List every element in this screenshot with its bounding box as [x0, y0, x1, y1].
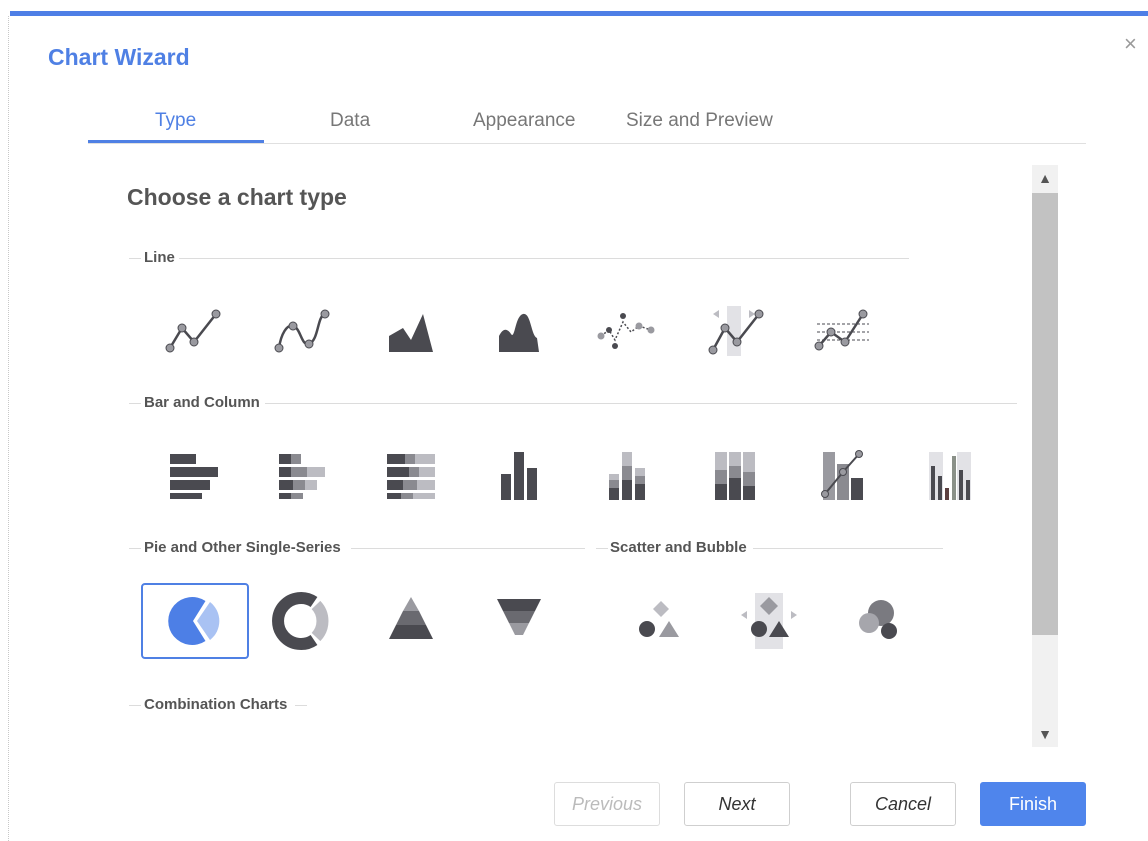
donut-icon[interactable] — [249, 583, 357, 659]
column-line-icon[interactable] — [789, 437, 897, 513]
range-column-icon[interactable] — [897, 437, 1005, 513]
column-icon[interactable] — [465, 437, 573, 513]
section-label-line: Line — [144, 249, 175, 266]
tab-appearance[interactable]: Appearance — [473, 110, 575, 132]
wizard-tabs: Type Data Appearance Size and Preview — [88, 100, 1086, 144]
stacked-bar-icon[interactable] — [249, 437, 357, 513]
finish-button[interactable]: Finish — [980, 782, 1086, 826]
pie-icon[interactable] — [141, 583, 249, 659]
section-divider — [295, 705, 307, 706]
tab-type[interactable]: Type — [155, 110, 196, 132]
dialog-left-edge — [8, 16, 9, 841]
percent-stacked-column-icon[interactable] — [681, 437, 789, 513]
tab-data[interactable]: Data — [330, 110, 370, 132]
section-divider — [129, 258, 141, 259]
section-divider — [265, 403, 1017, 404]
percent-stacked-bar-icon[interactable] — [357, 437, 465, 513]
section-divider — [596, 548, 608, 549]
smooth-area-icon[interactable] — [465, 293, 573, 369]
bubble-icon[interactable] — [823, 583, 931, 659]
line-icon[interactable] — [140, 293, 248, 369]
previous-button[interactable]: Previous — [554, 782, 660, 826]
pyramid-icon[interactable] — [357, 583, 465, 659]
scroll-up-arrow-icon[interactable]: ▲ — [1032, 165, 1058, 191]
dialog-top-accent-bar — [10, 11, 1148, 16]
scatter-line-icon[interactable] — [573, 293, 681, 369]
stacked-column-icon[interactable] — [573, 437, 681, 513]
section-label-bar-and-column: Bar and Column — [144, 394, 260, 411]
line-with-bands-icon[interactable] — [789, 293, 897, 369]
dialog-title: Chart Wizard — [48, 44, 190, 70]
tab-size-and-preview[interactable]: Size and Preview — [626, 110, 773, 132]
section-label-pie: Pie and Other Single-Series — [144, 539, 341, 556]
scroll-down-arrow-icon[interactable]: ▼ — [1032, 721, 1058, 747]
active-tab-indicator — [88, 140, 264, 143]
area-icon[interactable] — [357, 293, 465, 369]
panel-heading: Choose a chart type — [127, 184, 347, 210]
scatter-icon[interactable] — [607, 583, 715, 659]
cancel-button[interactable]: Cancel — [850, 782, 956, 826]
scatter-with-axes-icon[interactable] — [715, 583, 823, 659]
funnel-icon[interactable] — [465, 583, 573, 659]
scrollbar-thumb[interactable] — [1032, 193, 1058, 635]
section-label-combination-charts: Combination Charts — [144, 696, 288, 713]
smooth-line-icon[interactable] — [249, 293, 357, 369]
close-icon[interactable]: × — [1124, 30, 1137, 58]
chart-type-panel: Choose a chart type Line Bar and Column … — [108, 165, 1030, 745]
section-divider — [753, 548, 943, 549]
section-label-scatter-and-bubble: Scatter and Bubble — [610, 539, 747, 556]
vertical-scrollbar[interactable]: ▲ ▼ — [1032, 165, 1058, 747]
section-divider — [129, 705, 141, 706]
section-divider — [179, 258, 909, 259]
step-line-icon[interactable] — [681, 293, 789, 369]
section-divider — [129, 548, 141, 549]
section-divider — [351, 548, 585, 549]
section-divider — [129, 403, 141, 404]
next-button[interactable]: Next — [684, 782, 790, 826]
bar-icon[interactable] — [140, 437, 248, 513]
